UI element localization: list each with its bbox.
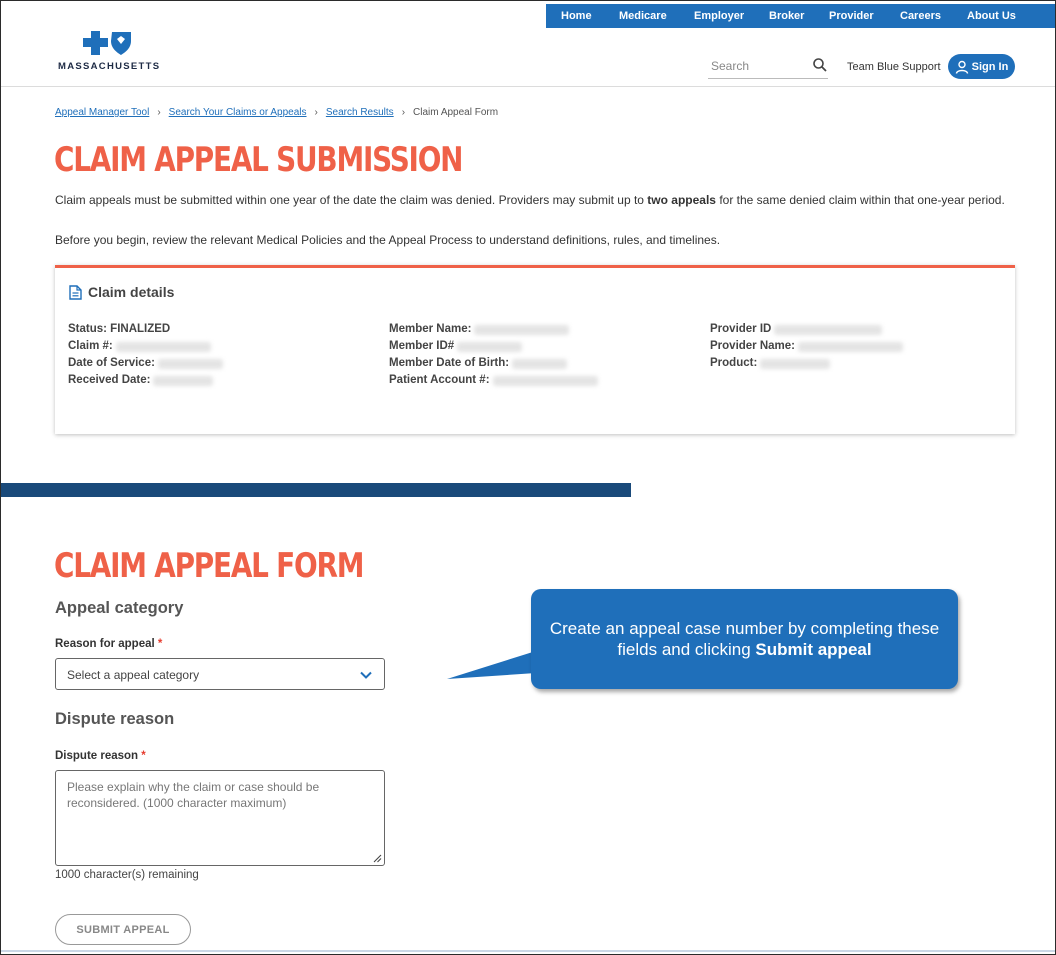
nav-home[interactable]: Home (561, 10, 592, 22)
nav-about-us[interactable]: About Us (967, 10, 1016, 22)
appeal-category-select-value: Select a appeal category (67, 668, 200, 682)
member-id: Member ID# (389, 338, 598, 355)
redacted-value (474, 324, 570, 335)
redacted-value (798, 341, 904, 352)
dispute-reason-placeholder: Please explain why the claim or case sho… (67, 780, 320, 810)
submit-appeal-button[interactable]: SUBMIT APPEAL (55, 914, 191, 945)
cross-shield-icon (83, 31, 131, 55)
breadcrumb-current: Claim Appeal Form (413, 107, 499, 118)
received-date-label: Received Date: (68, 374, 151, 386)
patient-account: Patient Account #: (389, 372, 598, 389)
claim-details-col1: Status: FINALIZED Claim #: Date of Servi… (68, 321, 223, 389)
nav-medicare[interactable]: Medicare (619, 10, 667, 22)
sign-in-button[interactable]: Sign In (948, 54, 1015, 79)
redacted-value (457, 341, 523, 352)
search-box (708, 55, 828, 79)
form-title: CLAIM APPEAL FORM (54, 546, 364, 586)
breadcrumb-appeal-manager-tool[interactable]: Appeal Manager Tool (55, 107, 149, 118)
characters-remaining: 1000 character(s) remaining (55, 869, 199, 881)
logo-text: MASSACHUSETTS (58, 61, 161, 72)
provider-id-label: Provider ID (710, 323, 772, 335)
product-label: Product: (710, 357, 758, 369)
breadcrumb: Appeal Manager Tool › Search Your Claims… (55, 107, 498, 118)
redacted-value (157, 358, 223, 369)
patient-account-label: Patient Account #: (389, 374, 490, 386)
received-date: Received Date: (68, 372, 223, 389)
intro-text: Claim appeals must be submitted within o… (55, 192, 1020, 209)
chevron-right-icon: › (401, 107, 406, 118)
callout-box: Create an appeal case number by completi… (531, 589, 958, 689)
claim-status: Status: FINALIZED (68, 321, 223, 338)
intro-text-line2: Before you begin, review the relevant Me… (55, 233, 721, 247)
search-icon[interactable] (812, 57, 828, 73)
callout-text-part1: Create an appeal case number by completi… (549, 619, 940, 659)
section-divider-bar (1, 483, 631, 497)
search-input[interactable] (711, 56, 811, 76)
claim-details-card: Claim details Status: FINALIZED Claim #:… (55, 265, 1015, 434)
dispute-label-text: Dispute reason (55, 750, 139, 762)
chevron-down-icon (360, 671, 372, 679)
header-divider (1, 86, 1055, 87)
dispute-reason-label: Dispute reason * (55, 750, 146, 762)
intro-text-part1: Claim appeals must be submitted within o… (55, 193, 648, 207)
nav-provider[interactable]: Provider (829, 10, 874, 22)
resize-handle-icon[interactable] (372, 853, 382, 863)
appeal-category-heading: Appeal category (55, 599, 184, 617)
redacted-value (760, 358, 831, 369)
appeal-category-select[interactable]: Select a appeal category (55, 658, 385, 690)
provider-name: Provider Name: (710, 338, 904, 355)
callout-text-bold: Submit appeal (755, 640, 872, 659)
breadcrumb-search-results[interactable]: Search Results (326, 107, 394, 118)
provider-id: Provider ID (710, 321, 903, 338)
member-name: Member Name: (389, 321, 598, 338)
claim-number-label: Claim #: (68, 340, 113, 352)
redacted-value (115, 341, 211, 352)
claim-details-heading: Claim details (69, 284, 174, 300)
required-mark: * (157, 638, 163, 650)
nav-broker[interactable]: Broker (769, 10, 804, 22)
member-dob-label: Member Date of Birth: (389, 357, 510, 369)
breadcrumb-search-claims[interactable]: Search Your Claims or Appeals (169, 107, 307, 118)
chevron-right-icon: › (314, 107, 318, 118)
sign-in-label: Sign In (971, 60, 1009, 73)
user-icon (955, 60, 968, 74)
provider-name-label: Provider Name: (710, 340, 796, 352)
dispute-reason-heading: Dispute reason (55, 710, 175, 728)
redacted-value (774, 324, 883, 335)
member-name-label: Member Name: (389, 323, 472, 335)
claim-number: Claim #: (68, 338, 223, 355)
chevron-right-icon: › (157, 107, 161, 118)
page-title: CLAIM APPEAL SUBMISSION (54, 140, 464, 180)
required-mark: * (141, 750, 146, 762)
intro-text-part2: for the same denied claim within that on… (715, 193, 1005, 207)
callout-text: Create an appeal case number by completi… (531, 618, 958, 660)
redacted-value (153, 375, 214, 386)
product: Product: (710, 355, 903, 372)
claim-status-label: Status: FINALIZED (68, 323, 171, 335)
document-icon (69, 284, 82, 300)
instruction-callout: Create an appeal case number by completi… (441, 589, 961, 693)
top-navigation: Home Medicare Employer Broker Provider C… (546, 4, 1055, 28)
member-id-label: Member ID# (389, 340, 455, 352)
redacted-value (492, 375, 598, 386)
nav-careers[interactable]: Careers (900, 10, 941, 22)
claim-details-col3: Provider ID Provider Name: Product: (710, 321, 904, 372)
date-of-service: Date of Service: (68, 355, 223, 372)
dispute-reason-textarea[interactable]: Please explain why the claim or case sho… (55, 770, 385, 866)
claim-details-col2: Member Name: Member ID# Member Date of B… (389, 321, 598, 389)
bottom-edge (1, 950, 1055, 952)
page-frame: Home Medicare Employer Broker Provider C… (0, 0, 1056, 955)
nav-employer[interactable]: Employer (694, 10, 744, 22)
reason-for-appeal-label: Reason for appeal * (55, 638, 162, 650)
reason-label-text: Reason for appeal (55, 638, 155, 650)
claim-details-title: Claim details (88, 284, 175, 300)
team-blue-support-link[interactable]: Team Blue Support (847, 61, 941, 73)
member-dob: Member Date of Birth: (389, 355, 598, 372)
intro-text-bold: two appeals (647, 193, 716, 207)
date-of-service-label: Date of Service: (68, 357, 155, 369)
redacted-value (512, 358, 568, 369)
